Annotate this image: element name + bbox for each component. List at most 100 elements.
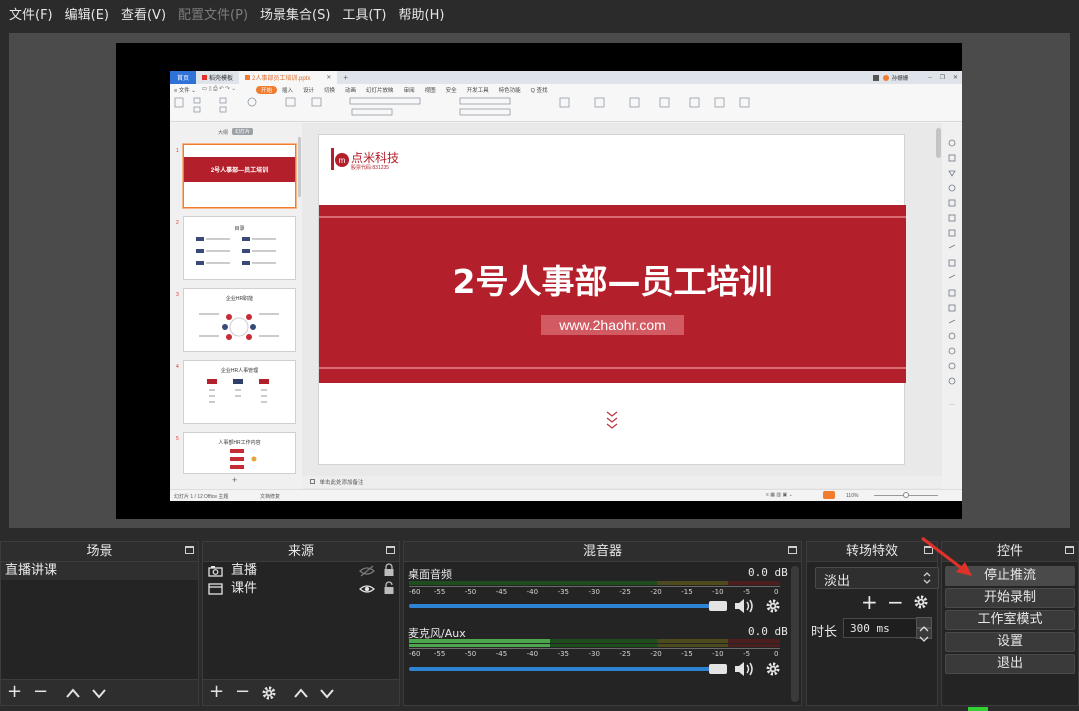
thumb-title: 2号人事部—员工培训 <box>210 168 269 174</box>
sources-title-text: 来源 <box>287 544 314 559</box>
menu-tools[interactable]: 工具(T) <box>337 4 391 23</box>
gear-icon[interactable] <box>913 594 929 610</box>
exit-button[interactable]: 退出 <box>945 654 1075 674</box>
thumb-org-graphic <box>207 379 269 403</box>
slide-url: www.2haohr.com <box>541 315 684 335</box>
wps-new-tab-icon: + <box>343 73 349 82</box>
menu-scene-collection[interactable]: 场景集合(S) <box>255 4 335 23</box>
speaker-icon[interactable] <box>733 660 757 678</box>
thumb-title: 人事部HR工作内容 <box>218 440 261 446</box>
band-line-top <box>319 216 906 218</box>
mixer-title-text: 混音器 <box>582 544 622 559</box>
wps-toolbar <box>170 95 962 122</box>
mixer-channel-db: 0.0 dB <box>748 566 788 579</box>
speaker-icon[interactable] <box>733 597 757 615</box>
stepper-down[interactable] <box>916 628 932 642</box>
wps-thumbnail-pane: 大纲 幻灯片 1 2号人事部—员工培训 2 目录 3 企业HR职能 4 企业HR… <box>170 123 302 489</box>
studio-mode-button[interactable]: 工作室模式 <box>945 610 1075 630</box>
move-up-button[interactable] <box>65 687 81 699</box>
mixer-scrollbar[interactable] <box>791 566 799 702</box>
menu-help[interactable]: 帮助(H) <box>394 4 450 23</box>
wps-tab-file-label: 2人事部员工培训.pptx <box>252 76 311 82</box>
brand-logo-icon: m <box>331 148 349 170</box>
meter-tick-label: -10 <box>712 588 724 596</box>
status-indicator <box>968 707 988 711</box>
menu-profile: 配置文件(P) <box>178 7 249 23</box>
wps-ribbon-tab-design: 设计 <box>303 87 315 94</box>
wps-doc-repair: 文档修复 <box>260 494 281 500</box>
thumb-flow-graphic <box>230 449 257 469</box>
scenes-dock-title: 场景 <box>1 542 198 562</box>
dock-float-icon[interactable] <box>185 546 194 554</box>
menu-edit[interactable]: 编辑(E) <box>60 4 114 23</box>
wps-zoom-level: 110% <box>846 493 859 499</box>
scenes-dock-footer: + − <box>1 679 198 705</box>
menu-bar: 文件(F) 编辑(E) 查看(V) 配置文件(P) 场景集合(S) 工具(T) … <box>0 0 1079 26</box>
thumb-number: 5 <box>176 436 179 442</box>
duration-stepper[interactable] <box>916 617 932 642</box>
wps-user-name: 孙姗姗 <box>891 75 909 82</box>
source-item-live[interactable]: 直播 <box>203 562 399 580</box>
volume-slider[interactable] <box>409 604 727 608</box>
stepper-up[interactable] <box>916 617 932 632</box>
lock-icon[interactable] <box>383 563 395 577</box>
wps-slide-scrollbar <box>936 128 941 158</box>
duration-value: 300 ms <box>850 622 890 635</box>
scenes-title-text: 场景 <box>86 544 113 559</box>
move-down-button[interactable] <box>91 687 107 699</box>
thumb-number: 4 <box>176 364 179 370</box>
source-label: 直播 <box>231 563 258 578</box>
source-item-courseware[interactable]: 课件 <box>203 580 399 598</box>
meter-tick-label: -5 <box>743 650 751 658</box>
dock-float-icon[interactable] <box>1065 546 1074 554</box>
wps-ribbon-tab-search: Q 查找 <box>530 87 548 94</box>
gear-icon[interactable] <box>765 598 781 614</box>
menu-view[interactable]: 查看(V) <box>116 4 171 23</box>
volume-slider-handle[interactable] <box>709 664 727 674</box>
meter-tick-label: -45 <box>495 650 508 658</box>
scene-item[interactable]: 直播讲课 <box>1 562 198 580</box>
dock-float-icon[interactable] <box>386 546 395 554</box>
mixer-channel-db: 0.0 dB <box>748 625 788 638</box>
wps-page-indicator: 幻灯片 1 / 12 <box>174 494 203 500</box>
meter-tick-label: -55 <box>433 588 446 596</box>
chevron-down-icon <box>919 636 929 642</box>
eye-hidden-icon[interactable] <box>359 565 375 577</box>
meter-scale-line <box>409 648 780 649</box>
move-down-button[interactable] <box>319 687 335 699</box>
duration-input[interactable]: 300 ms <box>843 618 923 638</box>
volume-slider[interactable] <box>409 667 727 671</box>
thumb-number: 3 <box>176 292 179 298</box>
add-scene-button[interactable]: + <box>7 683 22 701</box>
gear-icon[interactable] <box>261 685 277 701</box>
wps-tab-close-icon: ✕ <box>326 75 332 81</box>
meter-tick-label: -40 <box>526 650 539 658</box>
unlock-icon[interactable] <box>383 581 395 595</box>
start-recording-button[interactable]: 开始录制 <box>945 588 1075 608</box>
eye-icon[interactable] <box>359 583 375 595</box>
gear-icon[interactable] <box>765 661 781 677</box>
wps-tab-home: 首页 <box>170 71 196 84</box>
settings-button[interactable]: 设置 <box>945 632 1075 652</box>
add-transition-button[interactable]: + <box>861 592 878 612</box>
wps-play-icon <box>823 491 835 499</box>
wps-tab-bar: 首页 稻壳模板 2人事部员工培训.pptx ✕ + 孙姗姗 – ❐ ✕ <box>170 71 962 84</box>
menu-file[interactable]: 文件(F) <box>4 4 58 23</box>
dock-float-icon[interactable] <box>788 546 797 554</box>
remove-transition-button[interactable]: − <box>887 592 904 612</box>
wps-ribbon-tab-insert: 插入 <box>281 87 293 94</box>
wps-restore-icon: ❐ <box>939 75 945 81</box>
volume-slider-handle[interactable] <box>709 601 727 611</box>
add-source-button[interactable]: + <box>209 683 224 701</box>
remove-source-button[interactable]: − <box>235 683 250 701</box>
remove-scene-button[interactable]: − <box>33 683 48 701</box>
wps-file-menu-icon: ≡ 文件 ⌄ <box>174 87 196 94</box>
meter-tick-label: -15 <box>681 650 693 658</box>
meter-tick-label: -50 <box>464 650 477 658</box>
wps-user-avatar <box>882 74 889 81</box>
wps-outline-tab: 大纲 <box>218 130 229 136</box>
meter-tick-label: -50 <box>464 588 477 596</box>
meter-tick-label: 0 <box>774 588 779 596</box>
thumb-slide-2: 目录 <box>183 216 296 280</box>
move-up-button[interactable] <box>293 687 309 699</box>
